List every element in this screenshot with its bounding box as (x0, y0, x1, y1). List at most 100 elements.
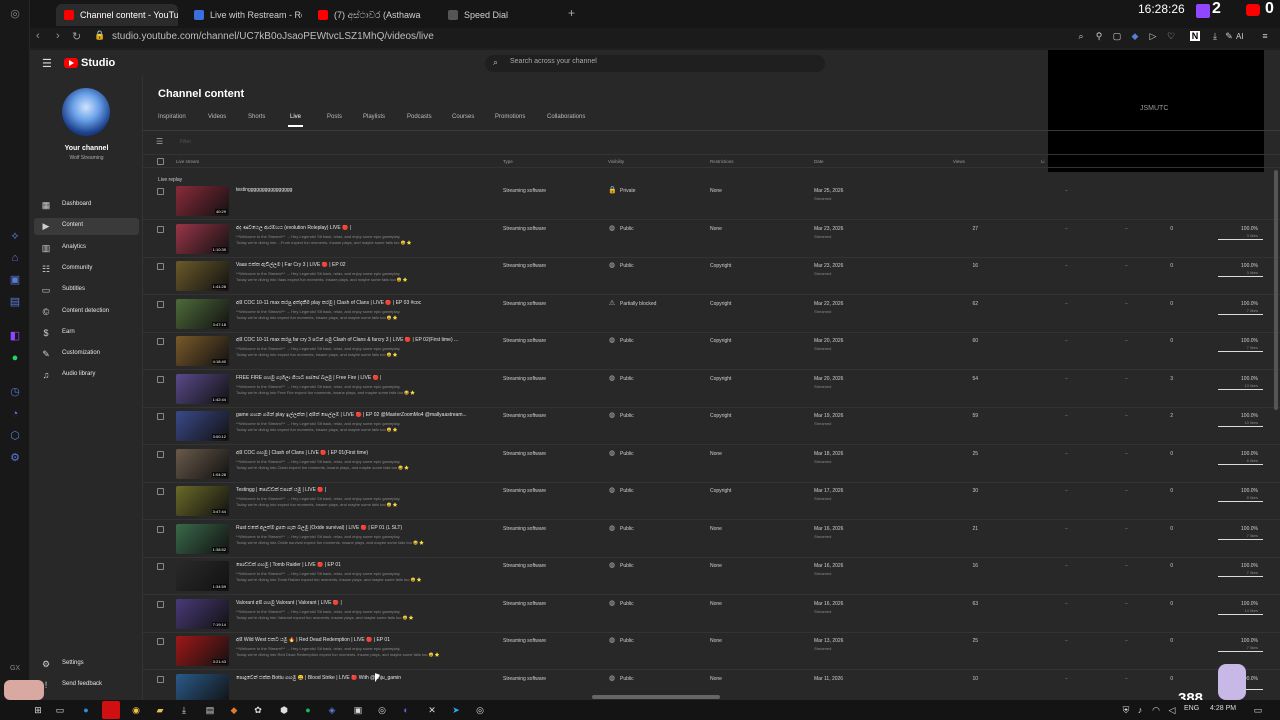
sidebar-item-settings[interactable]: ⚙ Settings (34, 656, 139, 673)
language-indicator[interactable]: ENG (1184, 705, 1199, 712)
app-icon[interactable]: ▤ (204, 704, 216, 716)
visibility-value[interactable]: Public (620, 413, 634, 419)
app-icon[interactable]: ✿ (252, 704, 264, 716)
video-title[interactable]: game ගහන ගමන් play ඉල්ලන්න | අපිත් සෙල්ල… (236, 412, 491, 418)
globe-icon[interactable]: ◍ (608, 675, 616, 683)
shield-icon[interactable]: ⛨ (1120, 704, 1132, 716)
sidebar-app-icon[interactable]: ⌂ (9, 252, 21, 264)
sidebar-item-send-feedback[interactable]: ! Send feedback (34, 677, 139, 694)
row-checkbox[interactable] (157, 225, 164, 233)
task-view-icon[interactable]: ▭ (54, 704, 66, 716)
snapshot-icon[interactable]: ▢ (1112, 31, 1122, 41)
ai-icon[interactable]: ✎ (1224, 31, 1234, 41)
table-row[interactable]: 3:47:18 අපි COC 10-11 max කරපු අත්දැකීම p… (143, 296, 1280, 333)
edge-icon[interactable]: ● (80, 704, 92, 716)
volume-icon[interactable]: ◁ (1166, 704, 1178, 716)
video-title[interactable]: testingggggggggggggggg (236, 187, 491, 193)
sidebar-item-earn[interactable]: $ Earn (34, 325, 139, 342)
column-likes[interactable]: Li (1041, 159, 1045, 164)
row-checkbox[interactable] (157, 413, 164, 420)
globe-icon[interactable]: ◍ (608, 375, 616, 383)
video-title[interactable]: අද ණවයෙල ආරම්භය (evolution Roleplay) LIV… (236, 225, 491, 231)
tab-inspiration[interactable]: Inspiration (158, 114, 186, 120)
app-icon[interactable]: ◆ (228, 704, 240, 716)
row-checkbox[interactable] (157, 638, 164, 645)
discord-icon[interactable]: ◐ (400, 704, 412, 716)
video-title[interactable]: Testingg | පොඩ්ඩක් එපාන් යමු | LIVE 🔴 | (236, 487, 491, 493)
visibility-value[interactable]: Public (620, 676, 634, 682)
table-row[interactable]: 3:21:43 අපි Wild West එකට යමු 🔥 | Red Dea… (143, 633, 1280, 670)
studio-logo[interactable]: Studio (64, 56, 115, 70)
tab-podcasts[interactable]: Podcasts (407, 114, 432, 120)
visibility-value[interactable]: Public (620, 451, 634, 457)
tab-live[interactable]: Live (287, 114, 304, 127)
table-row[interactable]: 1:04:28 අපි COC ගහමු | Clash of Clans | L… (143, 446, 1280, 483)
visibility-value[interactable]: Public (620, 226, 634, 232)
visibility-value[interactable]: Public (620, 526, 634, 532)
sidebar-app-icon[interactable]: ▤ (9, 296, 21, 308)
app-icon[interactable]: ◈ (326, 704, 338, 716)
video-thumbnail[interactable]: 3:00:12 (176, 411, 229, 441)
back-icon[interactable]: ‹ (36, 30, 40, 42)
table-row[interactable]: 1:41:28 Vaas එක්ක ඇවිල්ලම | Far Cry 3 | L… (143, 258, 1280, 295)
row-checkbox[interactable] (157, 338, 164, 345)
visibility-value[interactable]: Public (620, 376, 634, 382)
visibility-value[interactable]: Partially blocked (620, 301, 656, 307)
column-views[interactable]: Views (953, 159, 965, 164)
row-checkbox[interactable] (157, 375, 164, 383)
video-title[interactable]: Valorant අපි ගහමු Valorant | Valorant | … (236, 600, 491, 606)
play-icon[interactable]: ▷ (1148, 31, 1158, 41)
tab-shorts[interactable]: Shorts (248, 114, 265, 120)
telegram-icon[interactable]: ➤ (450, 704, 462, 716)
tab-posts[interactable]: Posts (327, 114, 342, 120)
warning-icon[interactable]: ⚠ (608, 300, 616, 308)
video-title[interactable]: පොදුවෙන් එක්ක Bottu ගහමු 😄 | Blood Strik… (236, 675, 491, 681)
video-title[interactable]: FREE FIRE ගහමු ගැහිලා ගියාට පස්සේ බලමු |… (236, 375, 491, 381)
url-field[interactable]: studio.youtube.com/channel/UC7kB0oJsaoPE… (112, 31, 434, 42)
column-visibility[interactable]: Visibility (608, 159, 624, 164)
row-checkbox[interactable] (157, 488, 164, 495)
video-title[interactable]: Vaas එක්ක ඇවිල්ලම | Far Cry 3 | LIVE 🔴 |… (236, 262, 491, 268)
table-row[interactable]: 4:18:40 අපි COC 10-11 max කරපු far cry 3 … (143, 333, 1280, 370)
browser-tab[interactable]: Channel content - YouTube (56, 4, 178, 26)
table-row[interactable]: 1:42:44 FREE FIRE ගහමු ගැහිලා ගියාට පස්සේ… (143, 371, 1280, 408)
pin-icon[interactable]: ⚲ (1094, 31, 1104, 41)
video-thumbnail[interactable]: 3:21:43 (176, 636, 229, 666)
video-title[interactable]: Rust එකේ අලුත්ම දූපත ගැන බලමු (Oxide sur… (236, 525, 491, 531)
sidebar-item-content[interactable]: ▶ Content (34, 218, 139, 236)
visibility-value[interactable]: Public (620, 563, 634, 569)
tab-collaborations[interactable]: Collaborations (547, 114, 585, 120)
video-title[interactable]: අපි COC 10-11 max කරපු far cry 3 පටන් ගම… (236, 337, 491, 343)
app-icon[interactable]: ✕ (426, 704, 438, 716)
video-thumbnail[interactable]: 1:10:39 (176, 223, 229, 254)
horizontal-scrollbar[interactable] (592, 695, 720, 699)
tab-playlists[interactable]: Playlists (363, 114, 385, 120)
history-icon[interactable]: ◷ (9, 386, 21, 398)
reload-icon[interactable]: ↻ (72, 30, 81, 43)
settings-icon[interactable]: ⚙ (9, 452, 21, 464)
extension-n-icon[interactable]: N (1190, 31, 1200, 41)
table-row[interactable]: 3:00:12 game ගහන ගමන් play ඉල්ලන්න | අපිත… (143, 408, 1280, 445)
start-icon[interactable]: ⊞ (32, 704, 44, 716)
globe-icon[interactable]: ◍ (608, 262, 616, 270)
globe-icon[interactable]: ◍ (608, 487, 616, 495)
globe-icon[interactable]: ◍ (608, 225, 616, 233)
video-thumbnail[interactable]: 3:47:18 (176, 298, 229, 329)
browser-tab[interactable]: Live with Restream - Resto (186, 4, 302, 26)
filter-input[interactable]: Filter (180, 139, 191, 145)
sidebar-item-dashboard[interactable]: ▦ Dashboard (34, 197, 139, 214)
new-tab-button[interactable]: + (568, 6, 575, 20)
video-thumbnail[interactable]: 1:04:28 (176, 448, 229, 479)
table-row[interactable]: 3:47:44 Testingg | පොඩ්ඩක් එපාන් යමු | LI… (143, 483, 1280, 520)
row-checkbox[interactable] (157, 188, 164, 195)
video-title[interactable]: අපි COC 10-11 max කරපු අත්දැකීම play කරම… (236, 300, 491, 306)
lock-icon[interactable]: 🔒 (608, 187, 617, 195)
table-row[interactable]: 40:29 testingggggggggggggggg Streaming sof… (143, 183, 1280, 220)
download-icon[interactable]: ⤓ (178, 704, 190, 716)
extensions-icon[interactable]: ⬡ (9, 430, 21, 442)
heart-icon[interactable]: ♡ (1166, 31, 1176, 41)
app-icon[interactable]: ⬢ (278, 704, 290, 716)
globe-icon[interactable]: ◍ (608, 600, 616, 608)
tab-promotions[interactable]: Promotions (495, 114, 525, 120)
clock-icon[interactable]: ◔ (9, 408, 21, 420)
